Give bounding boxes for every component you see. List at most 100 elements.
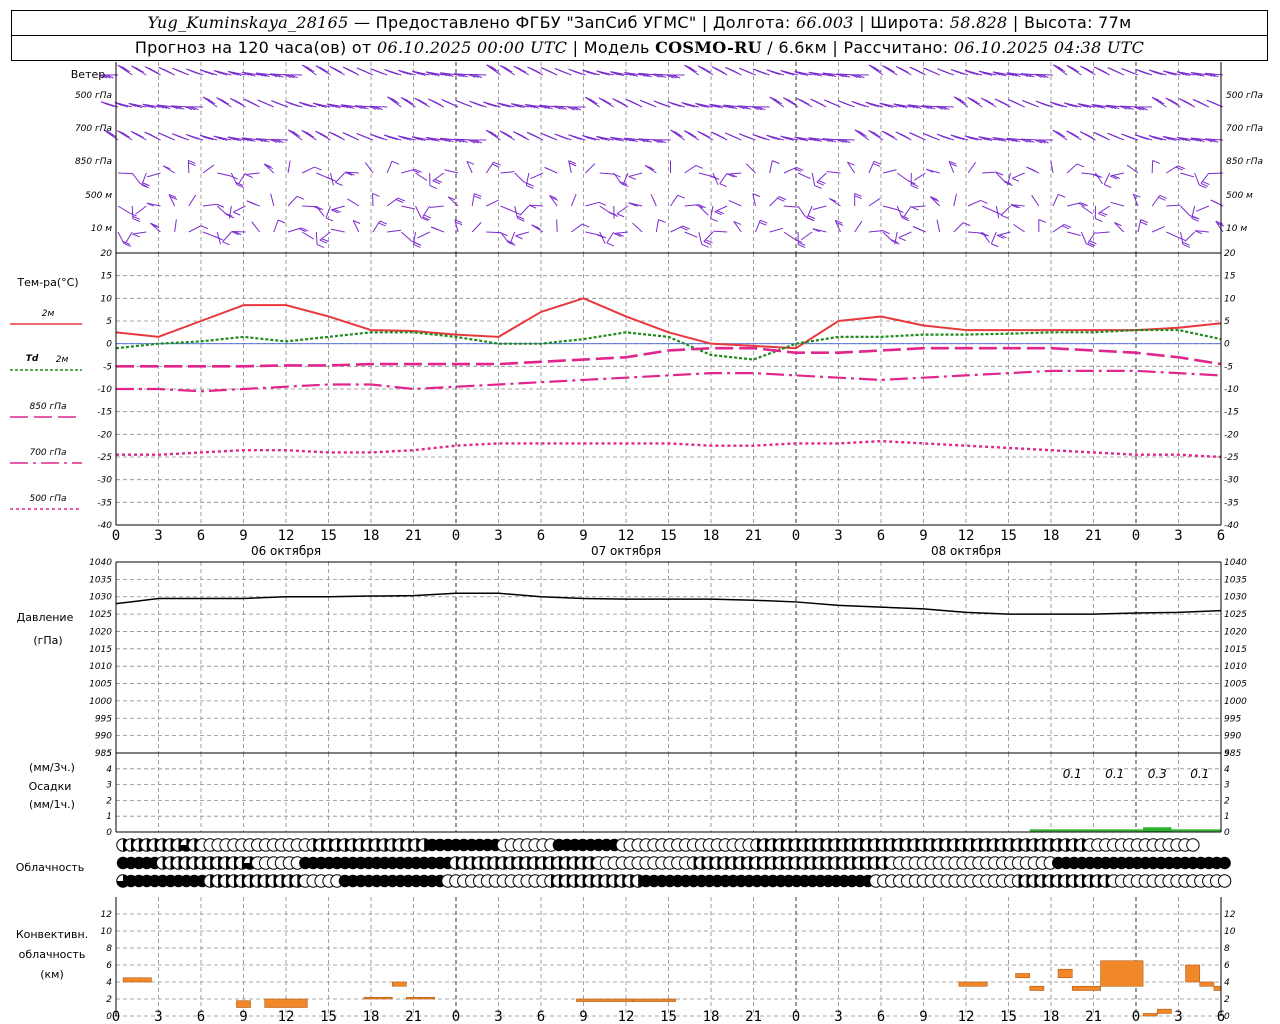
y-tick-label-right: 5 (1224, 317, 1230, 327)
wind-barb (698, 172, 720, 180)
wind-barb-shaft (698, 205, 709, 216)
wind-barb-feather (710, 217, 718, 222)
wind-barb (698, 205, 709, 216)
wind-barb (1066, 65, 1082, 76)
wind-barb (1095, 172, 1103, 185)
temp-axis-label: Тем-ра(°C) (16, 276, 78, 289)
wind-barb (854, 220, 863, 233)
wind-barb-feather (1127, 135, 1135, 140)
wind-barb (1195, 205, 1210, 212)
convective-cloud-bar (1199, 981, 1215, 987)
y-tick-label-left: 4 (106, 978, 112, 988)
y-tick-label-right: 2 (1224, 995, 1230, 1005)
wind-barb-feather (1000, 101, 1008, 106)
wind-barb-shaft (570, 193, 577, 207)
wind-barb (131, 172, 148, 187)
wind-barb (725, 66, 742, 76)
x-tick-label: 12 (618, 528, 635, 544)
wind-barb-shaft (622, 172, 629, 185)
wind-barb (1095, 231, 1110, 234)
wind-barb (783, 205, 798, 208)
wind-barb-feather (1212, 102, 1220, 107)
wind-barb-feather (430, 226, 439, 231)
wind-barb (471, 222, 482, 233)
wind-barb-feather (314, 166, 322, 171)
wind-barb (670, 225, 691, 233)
wind-barb-feather (1103, 184, 1112, 189)
wind-barb-shaft (1095, 172, 1103, 185)
convective-cloud-bar (406, 996, 436, 1000)
wind-barb (1081, 205, 1093, 215)
y-tick-label-left: 1005 (89, 680, 112, 690)
wind-barb (245, 172, 260, 178)
wind-barb (301, 231, 315, 240)
wind-barb (342, 66, 360, 76)
y-tick-label-left: -5 (103, 362, 112, 372)
cloud-cover-symbol (1217, 874, 1232, 888)
wind-barb-shaft (287, 196, 298, 207)
wind-barb-feather (901, 69, 909, 73)
wind-barb (967, 200, 988, 207)
y-tick-label-left: 1040 (89, 558, 112, 568)
wind-barb (854, 192, 862, 206)
x-tick-label: 3 (494, 528, 502, 544)
wind-barb-feather (391, 160, 400, 165)
wind-barb-shaft (301, 166, 315, 174)
x-tick-label: 15 (660, 1009, 677, 1024)
precip-value-label: 0.1 (1105, 767, 1124, 781)
wind-barb-feather (429, 185, 438, 190)
wind-barb-shaft (967, 200, 981, 207)
legend-label: 500 гПа (29, 494, 66, 504)
y-tick-label-right: 5 (1224, 749, 1230, 759)
wind-barb-shaft (797, 172, 811, 180)
wind-barb (202, 231, 224, 241)
wind-barb (158, 66, 175, 76)
precip-value-label: 0.3 (1148, 767, 1167, 781)
wind-barb-feather (744, 135, 753, 140)
wind-barb (728, 200, 742, 207)
wind-barb (981, 205, 1002, 216)
wind-barb-shaft (131, 172, 141, 184)
wind-barb (131, 65, 147, 76)
wind-level-label-left: 700 гПа (75, 124, 112, 134)
wind-barb-shaft (727, 172, 742, 175)
wind-barb-feather (1014, 101, 1022, 106)
wind-barb-shaft (769, 160, 773, 174)
wind-barb (811, 172, 822, 189)
y-tick-label-left: 995 (95, 714, 112, 724)
wind-barb (287, 160, 291, 174)
x-tick-label: 9 (919, 1009, 927, 1024)
wind-barb-feather (1113, 135, 1121, 140)
wind-barb-shaft (1087, 231, 1096, 243)
wind-barb (1052, 193, 1066, 207)
wind-barb-feather (475, 102, 483, 107)
wind-barb (628, 172, 643, 180)
wind-barb (1132, 193, 1141, 207)
wind-barb-shaft (684, 165, 697, 174)
y-tick-label-right: -25 (1224, 453, 1239, 463)
convective-cloud-bar (122, 977, 152, 983)
wind-barb-shaft (135, 205, 147, 215)
wind-barb-shaft (745, 163, 756, 174)
wind-barb (1184, 231, 1196, 242)
wind-barb-feather (843, 102, 852, 107)
wind-barb (1137, 219, 1148, 233)
wind-barb-feather (1184, 101, 1192, 106)
wind-barb (1204, 138, 1224, 143)
wind-barb-feather (598, 201, 607, 206)
wind-barb (826, 171, 841, 174)
convective-cloud-bar (1156, 1008, 1172, 1014)
wind-barb-shaft (1180, 205, 1191, 216)
wind-barb (1200, 172, 1210, 187)
wind-barb (684, 164, 704, 174)
wind-barb (783, 167, 804, 174)
wind-barb-feather (461, 102, 469, 107)
wind-barb (953, 222, 971, 233)
wind-barb-shaft (117, 205, 130, 214)
wind-barb (910, 172, 919, 190)
convective-cloud-bar (1057, 968, 1073, 979)
wind-barb-shaft (898, 231, 912, 239)
wind-level-label-right: 10 м (1226, 224, 1247, 234)
wind-barb-shaft (188, 225, 202, 233)
wind-barb (330, 228, 345, 233)
